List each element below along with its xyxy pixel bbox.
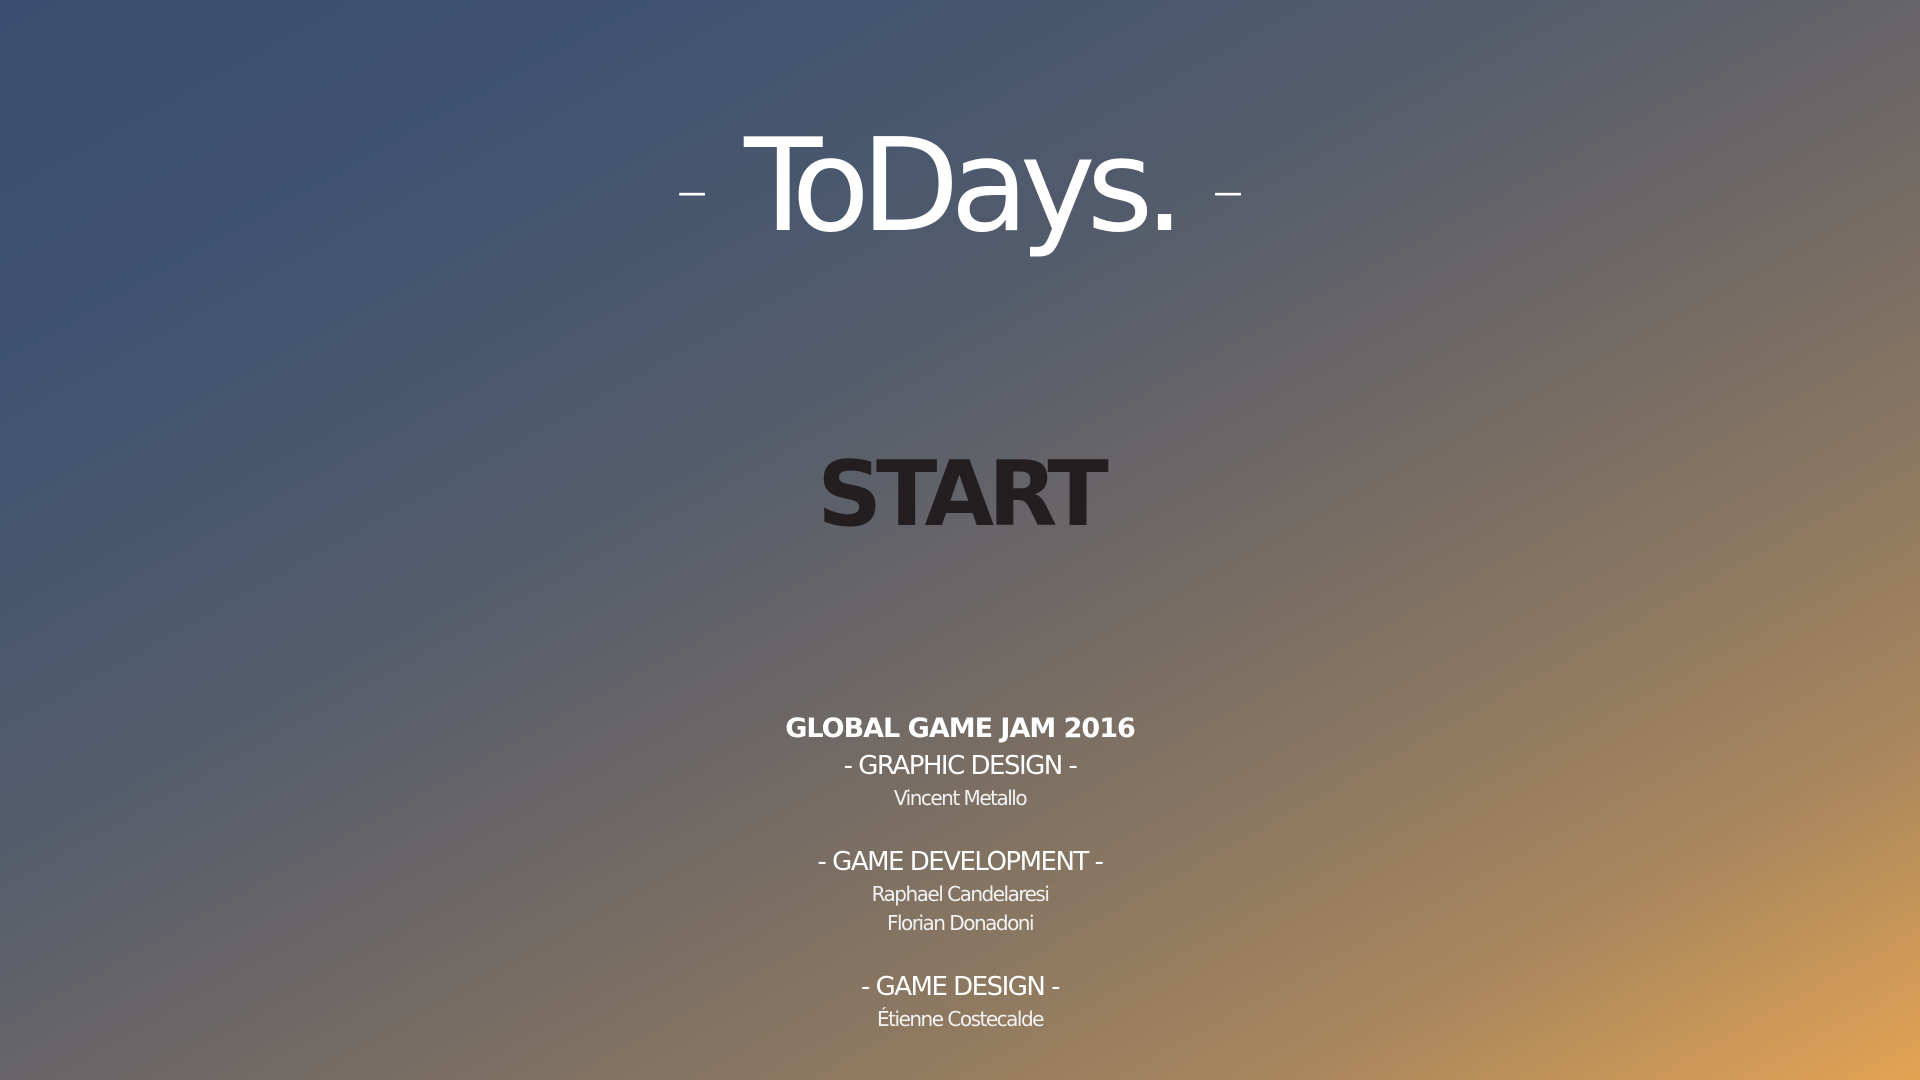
credits-section-game-design: - GAME DESIGN - Étienne Costecalde xyxy=(0,969,1920,1034)
start-button[interactable]: START xyxy=(0,450,1920,540)
game-title: ToDays. xyxy=(744,112,1185,261)
credit-name: Raphael Candelaresi xyxy=(871,882,1050,906)
credits: GLOBAL GAME JAM 2016 - GRAPHIC DESIGN - … xyxy=(0,710,1920,1065)
credits-section-game-development: - GAME DEVELOPMENT - Raphael Candelaresi… xyxy=(0,844,1920,938)
credit-name: Florian Donadoni xyxy=(886,911,1035,935)
section-heading: - GRAPHIC DESIGN - xyxy=(843,751,1078,781)
title-row: – ToDays. – xyxy=(0,112,1920,262)
section-heading: - GAME DEVELOPMENT - xyxy=(817,847,1104,877)
event-title: GLOBAL GAME JAM 2016 xyxy=(785,713,1136,744)
title-right-dash: – xyxy=(1211,154,1244,228)
title-left-dash: – xyxy=(676,154,709,228)
credits-section-graphic-design: - GRAPHIC DESIGN - Vincent Metallo xyxy=(0,748,1920,813)
credit-name: Étienne Costecalde xyxy=(877,1007,1044,1031)
section-heading: - GAME DESIGN - xyxy=(860,972,1061,1002)
credit-name: Vincent Metallo xyxy=(893,786,1028,810)
